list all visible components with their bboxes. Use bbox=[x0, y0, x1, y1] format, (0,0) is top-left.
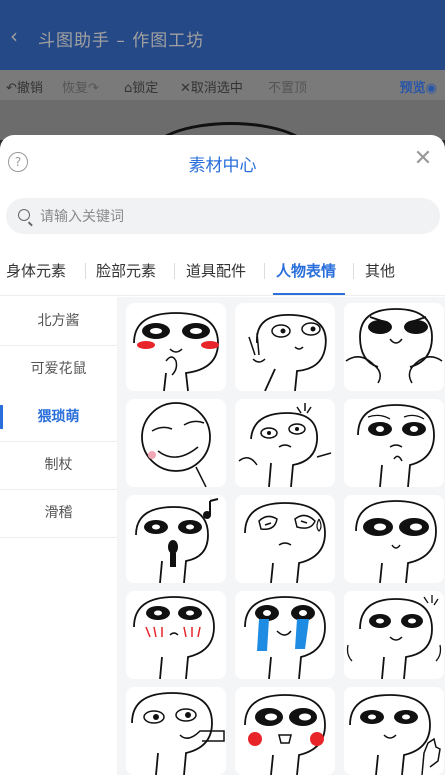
sticker-blush-smile[interactable] bbox=[235, 687, 335, 775]
sticker-thinking[interactable] bbox=[344, 399, 444, 487]
sidebar-item-beifangjiang[interactable]: 北方酱 bbox=[0, 297, 117, 346]
sticker-wide-eyes[interactable] bbox=[344, 495, 444, 583]
sticker-shocked[interactable] bbox=[344, 591, 444, 679]
app-header: ‹ 斗图助手 – 作图工坊 bbox=[0, 0, 445, 70]
sidebar-item-huaji[interactable]: 滑稽 bbox=[0, 489, 117, 538]
preview-button[interactable]: 预览◉ bbox=[400, 77, 437, 96]
sticker-singing-mic[interactable] bbox=[126, 495, 226, 583]
sticker-scared-sweat[interactable] bbox=[235, 495, 335, 583]
search-bar[interactable] bbox=[6, 198, 440, 236]
undo-button[interactable]: ↶撤销 bbox=[6, 77, 43, 96]
deselect-button[interactable]: ✕取消选中 bbox=[180, 77, 243, 96]
close-icon[interactable]: ✕ bbox=[411, 147, 435, 171]
sticker-pointing[interactable] bbox=[126, 687, 226, 775]
sticker-angry-point[interactable] bbox=[235, 399, 335, 487]
sidebar-item-weisuomeng[interactable]: 猥琐萌 bbox=[0, 393, 117, 442]
tab-body-elements[interactable]: 身体元素 bbox=[6, 260, 66, 281]
tab-character-expressions[interactable]: 人物表情 bbox=[276, 260, 336, 281]
tab-face-elements[interactable]: 脸部元素 bbox=[96, 260, 156, 281]
sticker-waving[interactable] bbox=[344, 687, 444, 775]
sticker-grid bbox=[117, 297, 445, 775]
sheet-header: ? 素材中心 ✕ bbox=[0, 135, 445, 189]
sticker-smug-face[interactable] bbox=[126, 399, 226, 487]
tab-props[interactable]: 道具配件 bbox=[186, 260, 246, 281]
search-input[interactable] bbox=[38, 198, 422, 236]
category-tabs: 身体元素 脸部元素 道具配件 人物表情 其他 bbox=[0, 245, 445, 296]
sticker-angry-shrug[interactable] bbox=[344, 303, 444, 391]
editor-toolbar: ↶撤销 恢复↷ ⌂锁定 ✕取消选中 不置顶 预览◉ bbox=[0, 70, 445, 100]
unchanged-button[interactable]: 不置顶 bbox=[268, 77, 307, 96]
sticker-embarrassed[interactable] bbox=[126, 591, 226, 679]
tab-other[interactable]: 其他 bbox=[365, 260, 395, 281]
editor-canvas bbox=[0, 100, 445, 188]
sticker-peace-sign[interactable] bbox=[235, 303, 335, 391]
active-indicator bbox=[0, 405, 3, 429]
material-center-sheet: ? 素材中心 ✕ 身体元素 脸部元素 道具配件 人物表情 其他 北方酱 可爱花鼠… bbox=[0, 135, 445, 775]
sticker-blush-hand[interactable] bbox=[126, 303, 226, 391]
lock-button[interactable]: ⌂锁定 bbox=[124, 77, 158, 96]
search-icon bbox=[18, 209, 30, 221]
sidebar-item-zhizhang[interactable]: 制杖 bbox=[0, 441, 117, 490]
redo-button[interactable]: 恢复↷ bbox=[62, 77, 99, 96]
sidebar-item-cute-chipmunk[interactable]: 可爱花鼠 bbox=[0, 345, 117, 394]
active-tab-indicator bbox=[273, 293, 345, 295]
series-sidebar: 北方酱 可爱花鼠 猥琐萌 制杖 滑稽 bbox=[0, 297, 117, 775]
sticker-crying[interactable] bbox=[235, 591, 335, 679]
app-title: 斗图助手 – 作图工坊 bbox=[38, 31, 205, 51]
back-arrow-icon[interactable]: ‹ bbox=[10, 26, 18, 46]
sheet-title: 素材中心 bbox=[188, 156, 257, 176]
